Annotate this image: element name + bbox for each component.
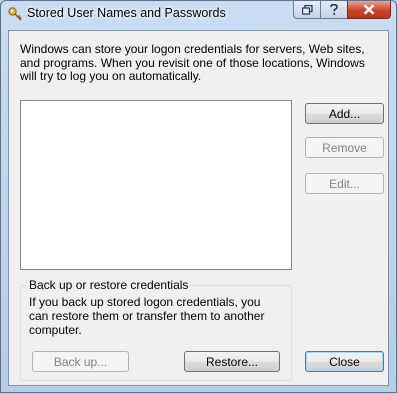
backup-button[interactable]: Back up... [32,351,129,372]
key-icon [7,6,23,22]
edit-button[interactable]: Edit... [305,173,384,194]
intro-text: Windows can store your logon credentials… [20,42,365,83]
remove-button[interactable]: Remove [305,137,384,158]
close-icon [363,4,375,15]
add-button[interactable]: Add... [305,103,384,124]
backup-group-description: If you back up stored logon credentials,… [29,295,265,337]
help-button[interactable] [320,1,347,19]
dialog-window: Stored User Names and Passwords Windows … [0,0,397,393]
restore-window-button[interactable] [293,1,320,19]
close-button[interactable]: Close [305,351,384,372]
window-title: Stored User Names and Passwords [27,6,226,20]
backup-group-label: Back up or restore credentials [26,278,192,292]
title-bar[interactable]: Stored User Names and Passwords [1,1,396,29]
restore-window-icon [301,4,313,15]
help-icon [330,4,338,15]
caption-buttons [293,1,391,20]
credentials-list[interactable] [20,100,292,270]
restore-button[interactable]: Restore... [184,351,280,372]
window-close-button[interactable] [347,1,391,19]
dialog-body: Windows can store your logon credentials… [8,30,389,386]
